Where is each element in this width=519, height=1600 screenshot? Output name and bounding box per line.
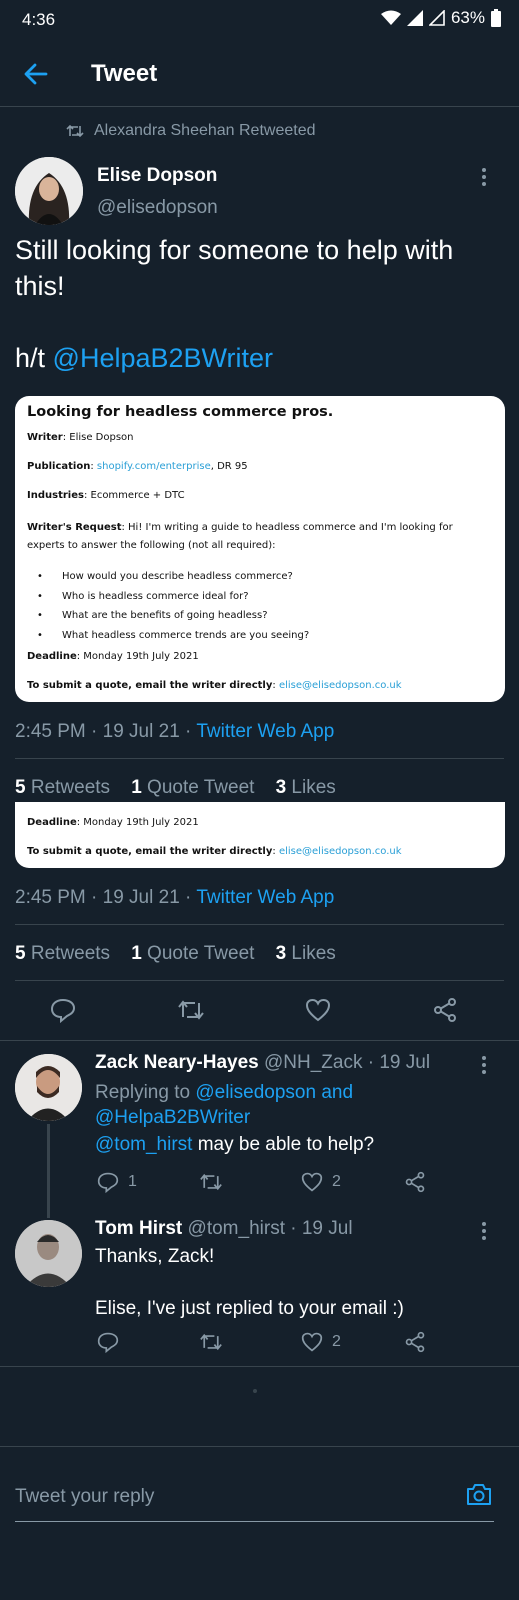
page-title: Tweet	[91, 60, 158, 87]
author-handle[interactable]: @elisedopson	[97, 197, 218, 219]
reply-text-line1: Thanks, Zack!	[95, 1246, 215, 1267]
wifi-icon	[380, 10, 401, 25]
reply-text: @tom_hirst may be able to help?	[95, 1134, 375, 1155]
back-arrow-icon[interactable]	[22, 60, 50, 88]
actions-divider	[0, 1040, 519, 1041]
camera-icon[interactable]	[466, 1482, 492, 1506]
tweet-text-line2: this!	[15, 271, 65, 301]
cell-signal-icon	[406, 10, 423, 26]
mention-link[interactable]: @HelpaB2BWriter	[53, 343, 273, 373]
more-options-icon[interactable]	[478, 1054, 490, 1076]
reply-avatar-image	[15, 1054, 82, 1121]
author-avatar[interactable]	[15, 157, 83, 225]
card-request: Writer's Request: Hi! I'm writing a guid…	[27, 522, 453, 551]
like-icon[interactable]	[301, 1171, 323, 1193]
reply-icon[interactable]	[97, 1331, 119, 1353]
battery-percent: 63%	[450, 8, 485, 27]
reply-header: Zack Neary-Hayes @NH_Zack · 19 Jul	[95, 1052, 430, 1074]
reply-icon[interactable]	[50, 997, 76, 1023]
tweet-stats[interactable]: 5 Retweets 1 Quote Tweet 3 Likes	[15, 777, 336, 799]
reply-avatar[interactable]	[15, 1054, 82, 1121]
reply-icon[interactable]	[97, 1171, 119, 1193]
battery-icon	[491, 9, 501, 27]
status-time: 4:36	[22, 10, 56, 29]
card-writer: Writer: Elise Dopson	[27, 432, 134, 443]
reply-author-name[interactable]: Tom Hirst	[95, 1218, 182, 1239]
like-count: 2	[332, 1173, 341, 1190]
tweet-text: Still looking for someone to help with t…	[15, 232, 505, 376]
reply-text: Thanks, Zack! Elise, I've just replied t…	[95, 1244, 404, 1322]
reply-author-handle[interactable]: @NH_Zack · 19 Jul	[264, 1052, 430, 1073]
source-app-link[interactable]: Twitter Web App	[196, 887, 334, 908]
thread-connector	[47, 1124, 50, 1218]
share-icon[interactable]	[404, 1171, 426, 1193]
card-publication: Publication: shopify.com/enterprise, DR …	[27, 461, 248, 472]
reply-avatar[interactable]	[15, 1220, 82, 1287]
author-avatar-image	[15, 157, 83, 225]
share-icon[interactable]	[432, 997, 458, 1023]
retweet-icon[interactable]	[177, 997, 205, 1023]
retweeted-by-label: Alexandra Sheehan Retweeted	[94, 122, 316, 139]
reply-input[interactable]	[15, 1480, 445, 1514]
more-options-icon[interactable]	[478, 166, 490, 188]
reply-text-line2: Elise, I've just replied to your email :…	[95, 1298, 404, 1319]
card-title: Looking for headless commerce pros.	[27, 404, 334, 420]
retweet-icon	[66, 124, 84, 138]
reply-count: 1	[128, 1173, 137, 1190]
like-count: 2	[332, 1333, 341, 1350]
author-name[interactable]: Elise Dopson	[97, 165, 217, 187]
more-options-icon[interactable]	[478, 1220, 490, 1242]
card-submit: To submit a quote, email the writer dire…	[27, 846, 402, 857]
attached-image-fragment[interactable]: Deadline: Monday 19th July 2021 To submi…	[15, 802, 505, 868]
stats-divider	[15, 980, 504, 981]
mention-link[interactable]: @HelpaB2BWriter	[95, 1107, 250, 1128]
card-deadline: Deadline: Monday 19th July 2021	[27, 651, 199, 662]
mention-link[interactable]: @elisedopson and	[195, 1082, 353, 1103]
status-bar: 4:36 63%	[0, 0, 519, 38]
replies-divider	[0, 1366, 519, 1367]
card-bullets: • How would you describe headless commer…	[37, 567, 309, 645]
reply-bar-divider	[0, 1446, 519, 1447]
card-industries: Industries: Ecommerce + DTC	[27, 490, 185, 501]
meta-divider	[15, 758, 504, 759]
reply-composer	[0, 1476, 519, 1532]
status-icons: 63%	[380, 8, 501, 28]
card-deadline: Deadline: Monday 19th July 2021	[27, 817, 199, 828]
tweet-ht: h/t @HelpaB2BWriter	[15, 340, 505, 376]
card-bullet: • What are the benefits of going headles…	[37, 610, 268, 621]
loading-dot	[253, 1389, 257, 1393]
tweet-text-line1: Still looking for someone to help with	[15, 235, 454, 265]
retweet-icon[interactable]	[199, 1171, 223, 1193]
reply-input-underline	[15, 1521, 494, 1522]
like-icon[interactable]	[301, 1331, 323, 1353]
share-icon[interactable]	[404, 1331, 426, 1353]
source-app-link[interactable]: Twitter Web App	[196, 721, 334, 742]
tweet-stats[interactable]: 5 Retweets 1 Quote Tweet 3 Likes	[15, 943, 336, 965]
reply-header: Tom Hirst @tom_hirst · 19 Jul	[95, 1218, 353, 1240]
retweet-icon[interactable]	[199, 1331, 223, 1353]
header-divider	[0, 106, 519, 107]
tweet-ht-prefix: h/t	[15, 343, 53, 373]
meta-divider	[15, 924, 504, 925]
mention-link[interactable]: @tom_hirst	[95, 1134, 192, 1155]
card-bullet: • What headless commerce trends are you …	[37, 629, 310, 641]
replying-to: Replying to @elisedopson and @HelpaB2BWr…	[95, 1082, 354, 1128]
tweet-meta: 2:45 PM · 19 Jul 21 · Twitter Web App	[15, 887, 335, 908]
tweet-meta: 2:45 PM · 19 Jul 21 · Twitter Web App	[15, 721, 335, 742]
reply-author-name[interactable]: Zack Neary-Hayes	[95, 1052, 259, 1073]
card-bullet: • Who is headless commerce ideal for?	[37, 590, 249, 602]
reply-author-handle[interactable]: @tom_hirst · 19 Jul	[188, 1218, 353, 1239]
retweeted-by[interactable]: Alexandra Sheehan Retweeted	[66, 122, 316, 140]
card-bullet: • How would you describe headless commer…	[37, 571, 293, 582]
reply-avatar-image	[15, 1220, 82, 1287]
card-submit: To submit a quote, email the writer dire…	[27, 680, 402, 691]
like-icon[interactable]	[305, 997, 331, 1023]
cell-signal-empty-icon	[428, 10, 445, 26]
attached-image[interactable]: Looking for headless commerce pros. Writ…	[15, 396, 505, 702]
